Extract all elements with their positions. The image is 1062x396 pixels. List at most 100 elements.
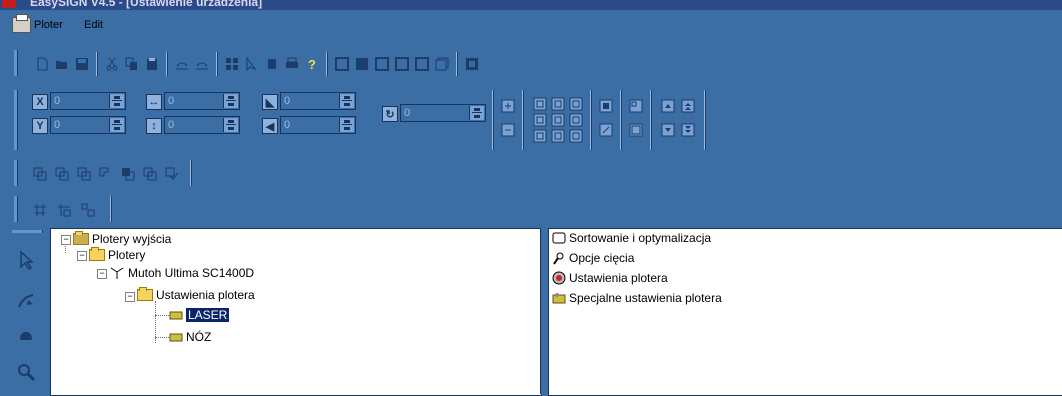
y-position-input[interactable]: [52, 118, 114, 132]
list-item[interactable]: Opcje cięcia: [552, 249, 634, 267]
copy-button[interactable]: [124, 56, 140, 72]
tree-node-noz[interactable]: NÓZ: [169, 329, 211, 345]
x-position-input[interactable]: [52, 94, 114, 108]
list-item[interactable]: Sortowanie i optymalizacja: [552, 229, 711, 247]
standard-toolbar: ?: [0, 44, 640, 82]
move-bottom-button[interactable]: [680, 122, 696, 138]
arrange-button[interactable]: [80, 202, 96, 218]
tree-label-plotery: Plotery: [108, 248, 146, 262]
x-position-spinner[interactable]: [109, 94, 124, 108]
percent-button[interactable]: [598, 122, 614, 138]
anchor-top-right[interactable]: [568, 96, 584, 112]
window-button-7[interactable]: [464, 56, 480, 72]
width-field[interactable]: [164, 92, 240, 110]
help-icon[interactable]: ?: [304, 56, 320, 72]
list-item[interactable]: Ustawienia plotera: [552, 269, 668, 287]
tree-node-laser[interactable]: LASER: [169, 307, 230, 323]
flip-vertical-button[interactable]: [500, 122, 516, 138]
scale-y-field[interactable]: [280, 116, 356, 134]
expand-device[interactable]: −: [97, 269, 107, 279]
trim-button[interactable]: [164, 166, 180, 182]
toolbar-grip[interactable]: [14, 50, 18, 76]
new-file-button[interactable]: [34, 56, 50, 72]
tree-node-plotery[interactable]: Plotery: [89, 247, 145, 263]
flip-horizontal-button[interactable]: [500, 98, 516, 114]
print-button[interactable]: [284, 56, 300, 72]
node-edit-icon[interactable]: [14, 288, 38, 312]
expand-root[interactable]: −: [61, 235, 71, 245]
window-button-1[interactable]: [334, 56, 350, 72]
open-folder-button[interactable]: [54, 56, 70, 72]
grid-button[interactable]: [224, 56, 240, 72]
cut-icon: [553, 252, 564, 265]
paste-button[interactable]: [144, 56, 160, 72]
exclude-button[interactable]: [98, 166, 114, 182]
menu-ploter[interactable]: Ploter: [8, 14, 67, 34]
title-bar: EasySIGN V4.5 - [Ustawienie urzadzenia]: [0, 0, 1062, 10]
back-minus-front-button[interactable]: [142, 166, 158, 182]
x-position-field[interactable]: [50, 92, 126, 110]
menu-edit[interactable]: Edit: [80, 16, 107, 34]
lock-proportions-button[interactable]: [598, 98, 614, 114]
front-minus-back-button[interactable]: [120, 166, 136, 182]
fill-rect-button[interactable]: [264, 56, 280, 72]
move-up-button[interactable]: [660, 98, 676, 114]
width-input[interactable]: [166, 94, 228, 108]
window-button-2[interactable]: [354, 56, 370, 72]
save-button[interactable]: [74, 56, 90, 72]
pan-icon[interactable]: [14, 324, 38, 348]
zoom-icon[interactable]: [14, 360, 38, 384]
scale-x-input[interactable]: [282, 94, 344, 108]
anchor-middle-right[interactable]: [568, 112, 584, 128]
expand-plotery[interactable]: −: [77, 251, 87, 261]
window-button-3[interactable]: [374, 56, 390, 72]
height-input[interactable]: [166, 118, 228, 132]
y-position-spinner[interactable]: [109, 118, 124, 132]
anchor-center[interactable]: [550, 112, 566, 128]
height-field[interactable]: [164, 116, 240, 134]
rotation-input[interactable]: [402, 106, 464, 120]
anchor-top-center[interactable]: [550, 96, 566, 112]
rotation-field[interactable]: [400, 104, 486, 122]
undo-button[interactable]: [174, 56, 190, 72]
move-top-button[interactable]: [680, 98, 696, 114]
height-icon: ↕: [146, 118, 162, 134]
anchor-bottom-right[interactable]: [568, 128, 584, 144]
x-lock-checkbox[interactable]: X: [32, 94, 48, 110]
cut-button[interactable]: [104, 56, 120, 72]
list-item-label: Opcje cięcia: [569, 251, 635, 265]
combine-button[interactable]: [54, 166, 70, 182]
ungroup-button[interactable]: [56, 202, 72, 218]
tree-node-root[interactable]: Plotery wyjścia: [73, 231, 171, 247]
y-position-field[interactable]: [50, 116, 126, 134]
special-settings-icon: [552, 293, 566, 304]
window-button-5[interactable]: [414, 56, 430, 72]
rotate-icon: ↻: [382, 106, 398, 122]
window-button-6[interactable]: [434, 56, 450, 72]
anchor-middle-left[interactable]: [532, 112, 548, 128]
pointer-tool-button[interactable]: [244, 56, 260, 72]
window-button-4[interactable]: [394, 56, 410, 72]
scale-x-field[interactable]: [280, 92, 356, 110]
align-button-2[interactable]: [628, 122, 644, 138]
sort-icon: [552, 232, 566, 244]
scale-y-input[interactable]: [282, 118, 344, 132]
anchor-bottom-left[interactable]: [532, 128, 548, 144]
redo-button[interactable]: [194, 56, 210, 72]
align-button-1[interactable]: [628, 98, 644, 114]
list-item[interactable]: Specjalne ustawienia plotera: [552, 289, 722, 307]
y-lock-checkbox[interactable]: Y: [32, 118, 48, 134]
shape-toolbar: [0, 156, 236, 190]
expand-settings[interactable]: −: [125, 292, 135, 302]
move-down-button[interactable]: [660, 122, 676, 138]
group-button[interactable]: [32, 202, 48, 218]
list-item-label: Ustawienia plotera: [569, 271, 668, 285]
scale-x-icon: ◣: [262, 94, 278, 110]
intersect-button[interactable]: [76, 166, 92, 182]
select-arrow-icon[interactable]: [14, 248, 38, 272]
weld-button[interactable]: [32, 166, 48, 182]
tree-node-device[interactable]: Mutoh Ultima SC1400D: [109, 265, 254, 281]
settings-icon: [552, 271, 566, 285]
anchor-bottom-center[interactable]: [550, 128, 566, 144]
anchor-top-left[interactable]: [532, 96, 548, 112]
